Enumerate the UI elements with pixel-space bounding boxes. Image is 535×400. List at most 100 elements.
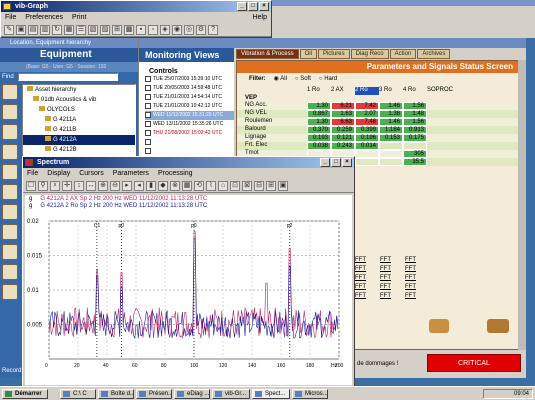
value-cell[interactable] [379,158,403,166]
fft-link[interactable]: FFT [405,266,416,275]
task-button[interactable]: vib-Gr... [212,389,250,399]
toolbar-icon-14[interactable]: ◉ [172,25,182,35]
spectrum-tool-6[interactable]: ⊕ [98,181,108,191]
value-cell[interactable]: 7.42 [355,102,379,110]
fft-link[interactable]: FFT [355,266,366,275]
close-button[interactable]: × [259,2,269,11]
spectrum-tool-3[interactable]: ✛ [62,181,72,191]
toolbar-icon-3[interactable]: ▥ [40,25,50,35]
add-icon[interactable] [2,124,18,140]
value-cell[interactable]: 1.63 [331,110,355,118]
value-cell[interactable]: 7.48 [355,118,379,126]
toolbar-icon-7[interactable]: ▧ [88,25,98,35]
value-cell[interactable] [379,142,403,150]
value-cell[interactable]: 0.399 [355,126,379,134]
value-cell[interactable] [379,150,403,158]
fft-link[interactable]: FFT [380,275,391,284]
tree-item[interactable]: G 4212B [23,145,135,155]
table-row[interactable]: Balourd 0.370 0.259 0.399 1.184 0.913 [237,126,525,134]
toolbar-icon-15[interactable]: ◎ [184,25,194,35]
spectrum-maximize-button[interactable]: □ [331,158,341,167]
tree-item[interactable]: G 4211A [23,115,135,125]
menu-print[interactable]: Print [72,12,86,23]
spectrum-menu-file[interactable]: File [27,168,38,179]
toolbar-icon-6[interactable]: ☰ [76,25,86,35]
menu-help[interactable]: Help [253,12,271,23]
spectrum-tool-2[interactable]: ☓ [50,181,60,191]
spectrum-close-button[interactable]: × [342,158,352,167]
value-cell[interactable]: 1.38 [379,110,403,118]
value-cell[interactable]: 6.63 [331,118,355,126]
value-cell[interactable]: 1.48 [403,110,427,118]
value-cell[interactable]: 0.243 [331,142,355,150]
fft-link[interactable]: FFT [355,275,366,284]
spectrum-tool-11[interactable]: ◆ [158,181,168,191]
table-row[interactable]: Frt. Elec 0.038 0.243 0.014 [237,142,525,150]
spectrum-tool-21[interactable]: ▣ [278,181,288,191]
spectrum-tool-7[interactable]: ⊖ [110,181,120,191]
value-cell[interactable]: 0.121 [331,134,355,142]
fft-link[interactable]: FFT [405,293,416,302]
task-button[interactable]: C:\ C [60,389,96,399]
column-header[interactable]: 2 Ro [355,87,379,95]
spectrum-tool-16[interactable]: ⌂ [218,181,228,191]
spectrum-tool-12[interactable]: ⊗ [170,181,180,191]
value-cell[interactable]: 1.30 [307,102,331,110]
tree-item[interactable]: G 4211B [23,125,135,135]
tab-vibration-process[interactable]: Vibration & Process [236,49,299,59]
filter-hard[interactable]: ○ Hard [319,73,337,85]
control-checkbox[interactable] [145,121,151,127]
spectrum-tool-15[interactable]: ⌇ [206,181,216,191]
fft-link[interactable]: FFT [380,284,391,293]
fft-link[interactable]: FFT [355,257,366,266]
table-row[interactable]: Roulemen 1.30 6.63 7.48 1.46 1.56 [237,118,525,126]
spectrum-tool-13[interactable]: ▦ [182,181,192,191]
target-icon[interactable] [2,284,18,300]
chart-icon[interactable] [2,224,18,240]
spectrum-menu-cursors[interactable]: Cursors [79,168,104,179]
toolbar-icon-16[interactable]: ⚙ [196,25,206,35]
value-cell[interactable]: 1.184 [379,126,403,134]
toolbar-icon-17[interactable]: ? [208,25,218,35]
column-header[interactable]: 3 Ro [379,87,403,95]
fft-link[interactable]: FFT [405,284,416,293]
note-icon[interactable] [2,204,18,220]
filter-all[interactable]: ◉ All [274,73,287,85]
fft-link[interactable]: FFT [380,257,391,266]
archive-icon[interactable] [487,319,509,333]
tree-item[interactable]: G 4212A [23,135,135,145]
spectrum-minimize-button[interactable]: _ [320,158,330,167]
value-cell[interactable]: 1.30 [307,118,331,126]
value-cell[interactable]: 0.193 [307,134,331,142]
control-checkbox[interactable] [145,85,151,91]
toolbar-icon-12[interactable]: ▫ [148,25,158,35]
toolbar-icon-5[interactable]: ▦ [64,25,74,35]
spectrum-chart[interactable]: 0.02 0.015 0.01 0.005 0 20 40 60 80 100 120 140 160 1… [25,211,352,383]
menu-preferences[interactable]: Preferences [25,12,63,23]
value-cell[interactable]: 0.867 [307,110,331,118]
fft-link[interactable]: FFT [355,284,366,293]
control-row[interactable]: TUE 20/05/2003 14:59:48 UTC [145,84,234,93]
tree-item[interactable]: Asset hierarchy [23,85,135,95]
control-checkbox[interactable] [145,112,151,118]
table-row[interactable]: NG VEL 0.867 1.63 2.07 1.38 1.48 [237,110,525,118]
control-row[interactable]: TUE 21/01/2003 14:54:14 UTC [145,93,234,102]
find-input[interactable] [17,73,118,81]
start-button[interactable]: Démarrer [2,389,48,399]
tab-archives[interactable]: Archives [417,49,451,59]
spectrum-tool-1[interactable]: ⚲ [38,181,48,191]
maximize-button[interactable]: □ [248,2,258,11]
fft-link[interactable]: FFT [405,275,416,284]
toolbar-icon-13[interactable]: ◈ [160,25,170,35]
fft-link[interactable]: FFT [380,293,391,302]
toolbar-icon-10[interactable]: ▩ [124,25,134,35]
spectrum-tool-19[interactable]: ⊟ [254,181,264,191]
value-cell[interactable]: 0.014 [355,142,379,150]
edit-icon[interactable] [2,144,18,160]
control-row[interactable]: TUE 21/01/2003 10:42:12 UTC [145,102,234,111]
value-cell[interactable]: 6.21 [331,102,355,110]
tab-action[interactable]: Action [389,49,417,59]
tab-oil[interactable]: Oil [299,49,317,59]
tree-item[interactable]: OLYCOLS [23,105,135,115]
table-row[interactable]: NG Acc. 1.30 6.21 7.42 1.46 1.56 [237,102,525,110]
